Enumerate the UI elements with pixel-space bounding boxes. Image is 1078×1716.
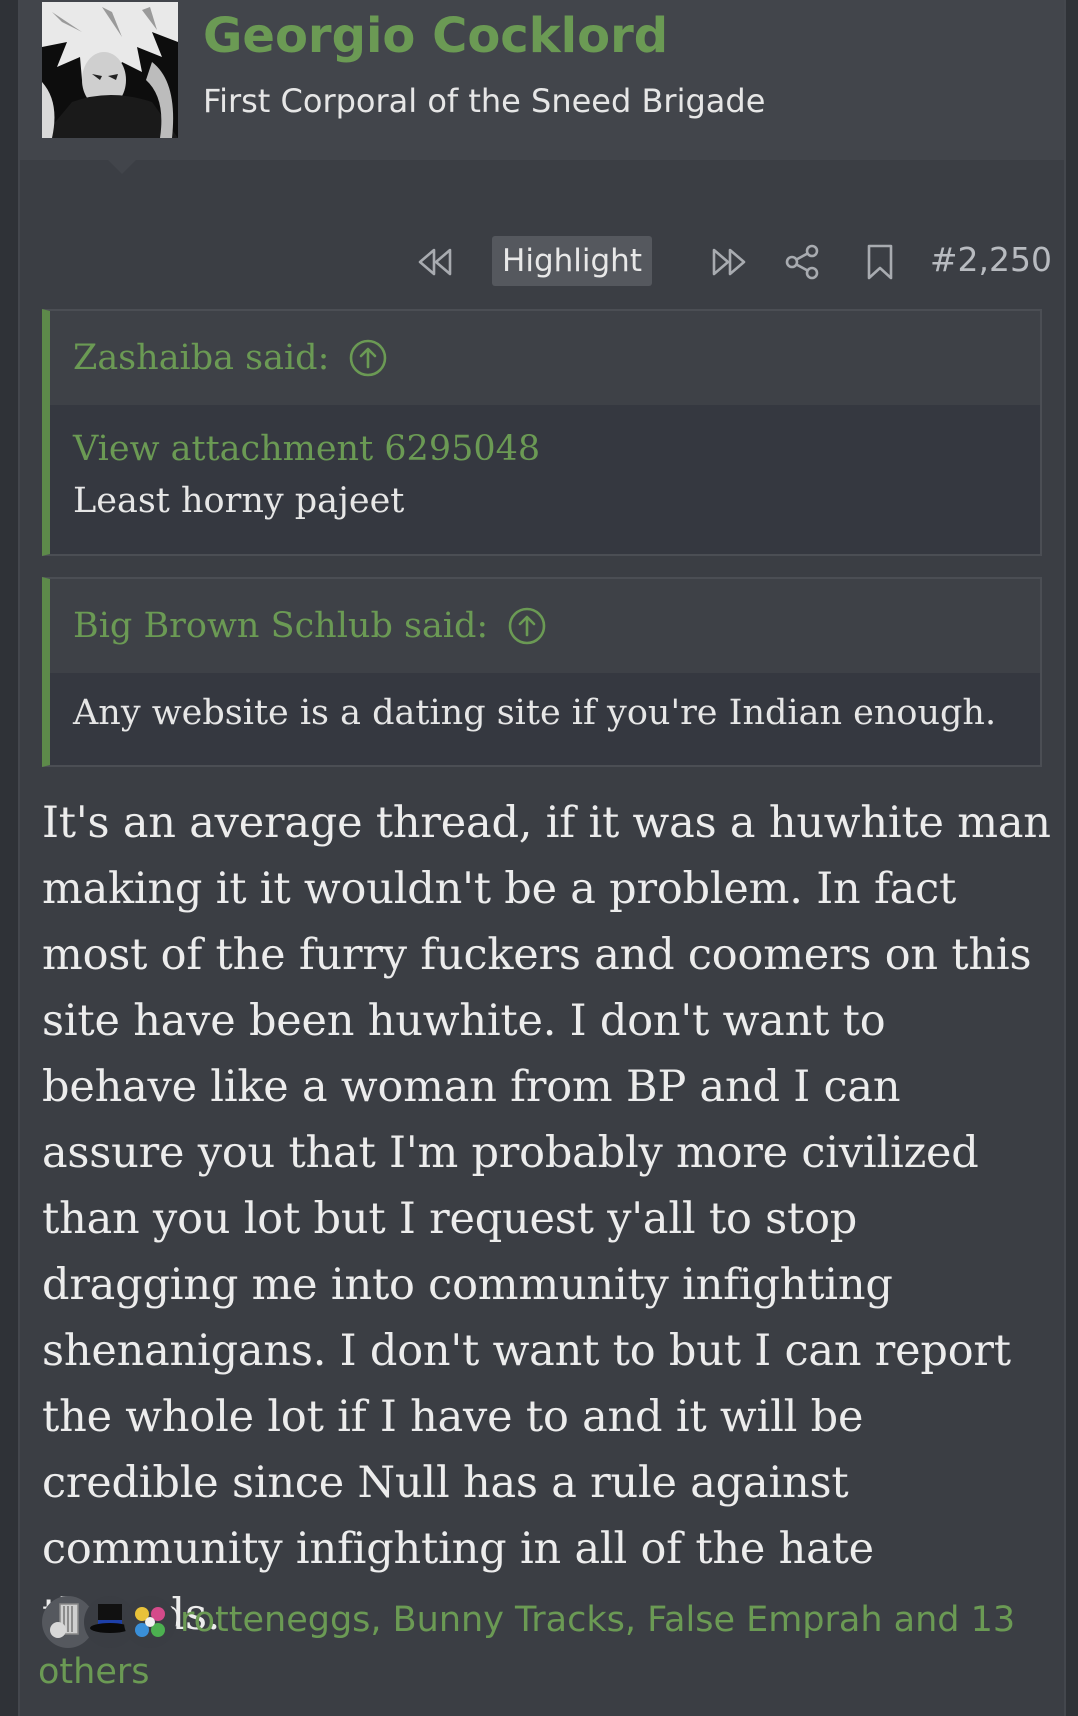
user-header-arrow xyxy=(108,160,136,174)
post-number-link[interactable]: #2,250 xyxy=(930,240,1052,279)
share-icon[interactable] xyxy=(780,236,824,288)
quote-body: View attachment 6295048 Least horny paje… xyxy=(50,405,1040,527)
quote-body: Any website is a dating site if you're I… xyxy=(50,673,1040,739)
post-message: It's an average thread, if it was a huwh… xyxy=(42,798,1051,1640)
quote-author[interactable]: Zashaiba said: xyxy=(73,338,329,378)
quote-header: Big Brown Schlub said: xyxy=(50,579,1040,673)
jump-to-quote-icon[interactable] xyxy=(349,339,387,377)
user-header: Georgio Cocklord First Corporal of the S… xyxy=(20,0,1064,160)
quote-author[interactable]: Big Brown Schlub said: xyxy=(73,606,488,646)
attachment-link[interactable]: View attachment 6295048 xyxy=(73,423,1017,475)
bookmark-icon[interactable] xyxy=(862,236,898,288)
quote-text: Least horny pajeet xyxy=(73,481,405,521)
highlight-button[interactable]: Highlight xyxy=(492,236,652,286)
quote-header: Zashaiba said: xyxy=(50,311,1040,405)
quote-block: Big Brown Schlub said: Any website is a … xyxy=(42,577,1042,767)
username[interactable]: Georgio Cocklord xyxy=(203,8,668,64)
reactions-list[interactable]: rotteneggs, Bunny Tracks, False Emprah a… xyxy=(38,1594,1038,1698)
user-title: First Corporal of the Sneed Brigade xyxy=(203,82,766,120)
prev-highlight-icon[interactable] xyxy=(412,236,460,288)
quote-text: Any website is a dating site if you're I… xyxy=(73,693,997,733)
quote-block: Zashaiba said: View attachment 6295048 L… xyxy=(42,309,1042,556)
next-highlight-icon[interactable] xyxy=(704,236,752,288)
avatar[interactable] xyxy=(42,2,178,138)
post-container: Georgio Cocklord First Corporal of the S… xyxy=(18,0,1066,1716)
jump-to-quote-icon[interactable] xyxy=(508,607,546,645)
